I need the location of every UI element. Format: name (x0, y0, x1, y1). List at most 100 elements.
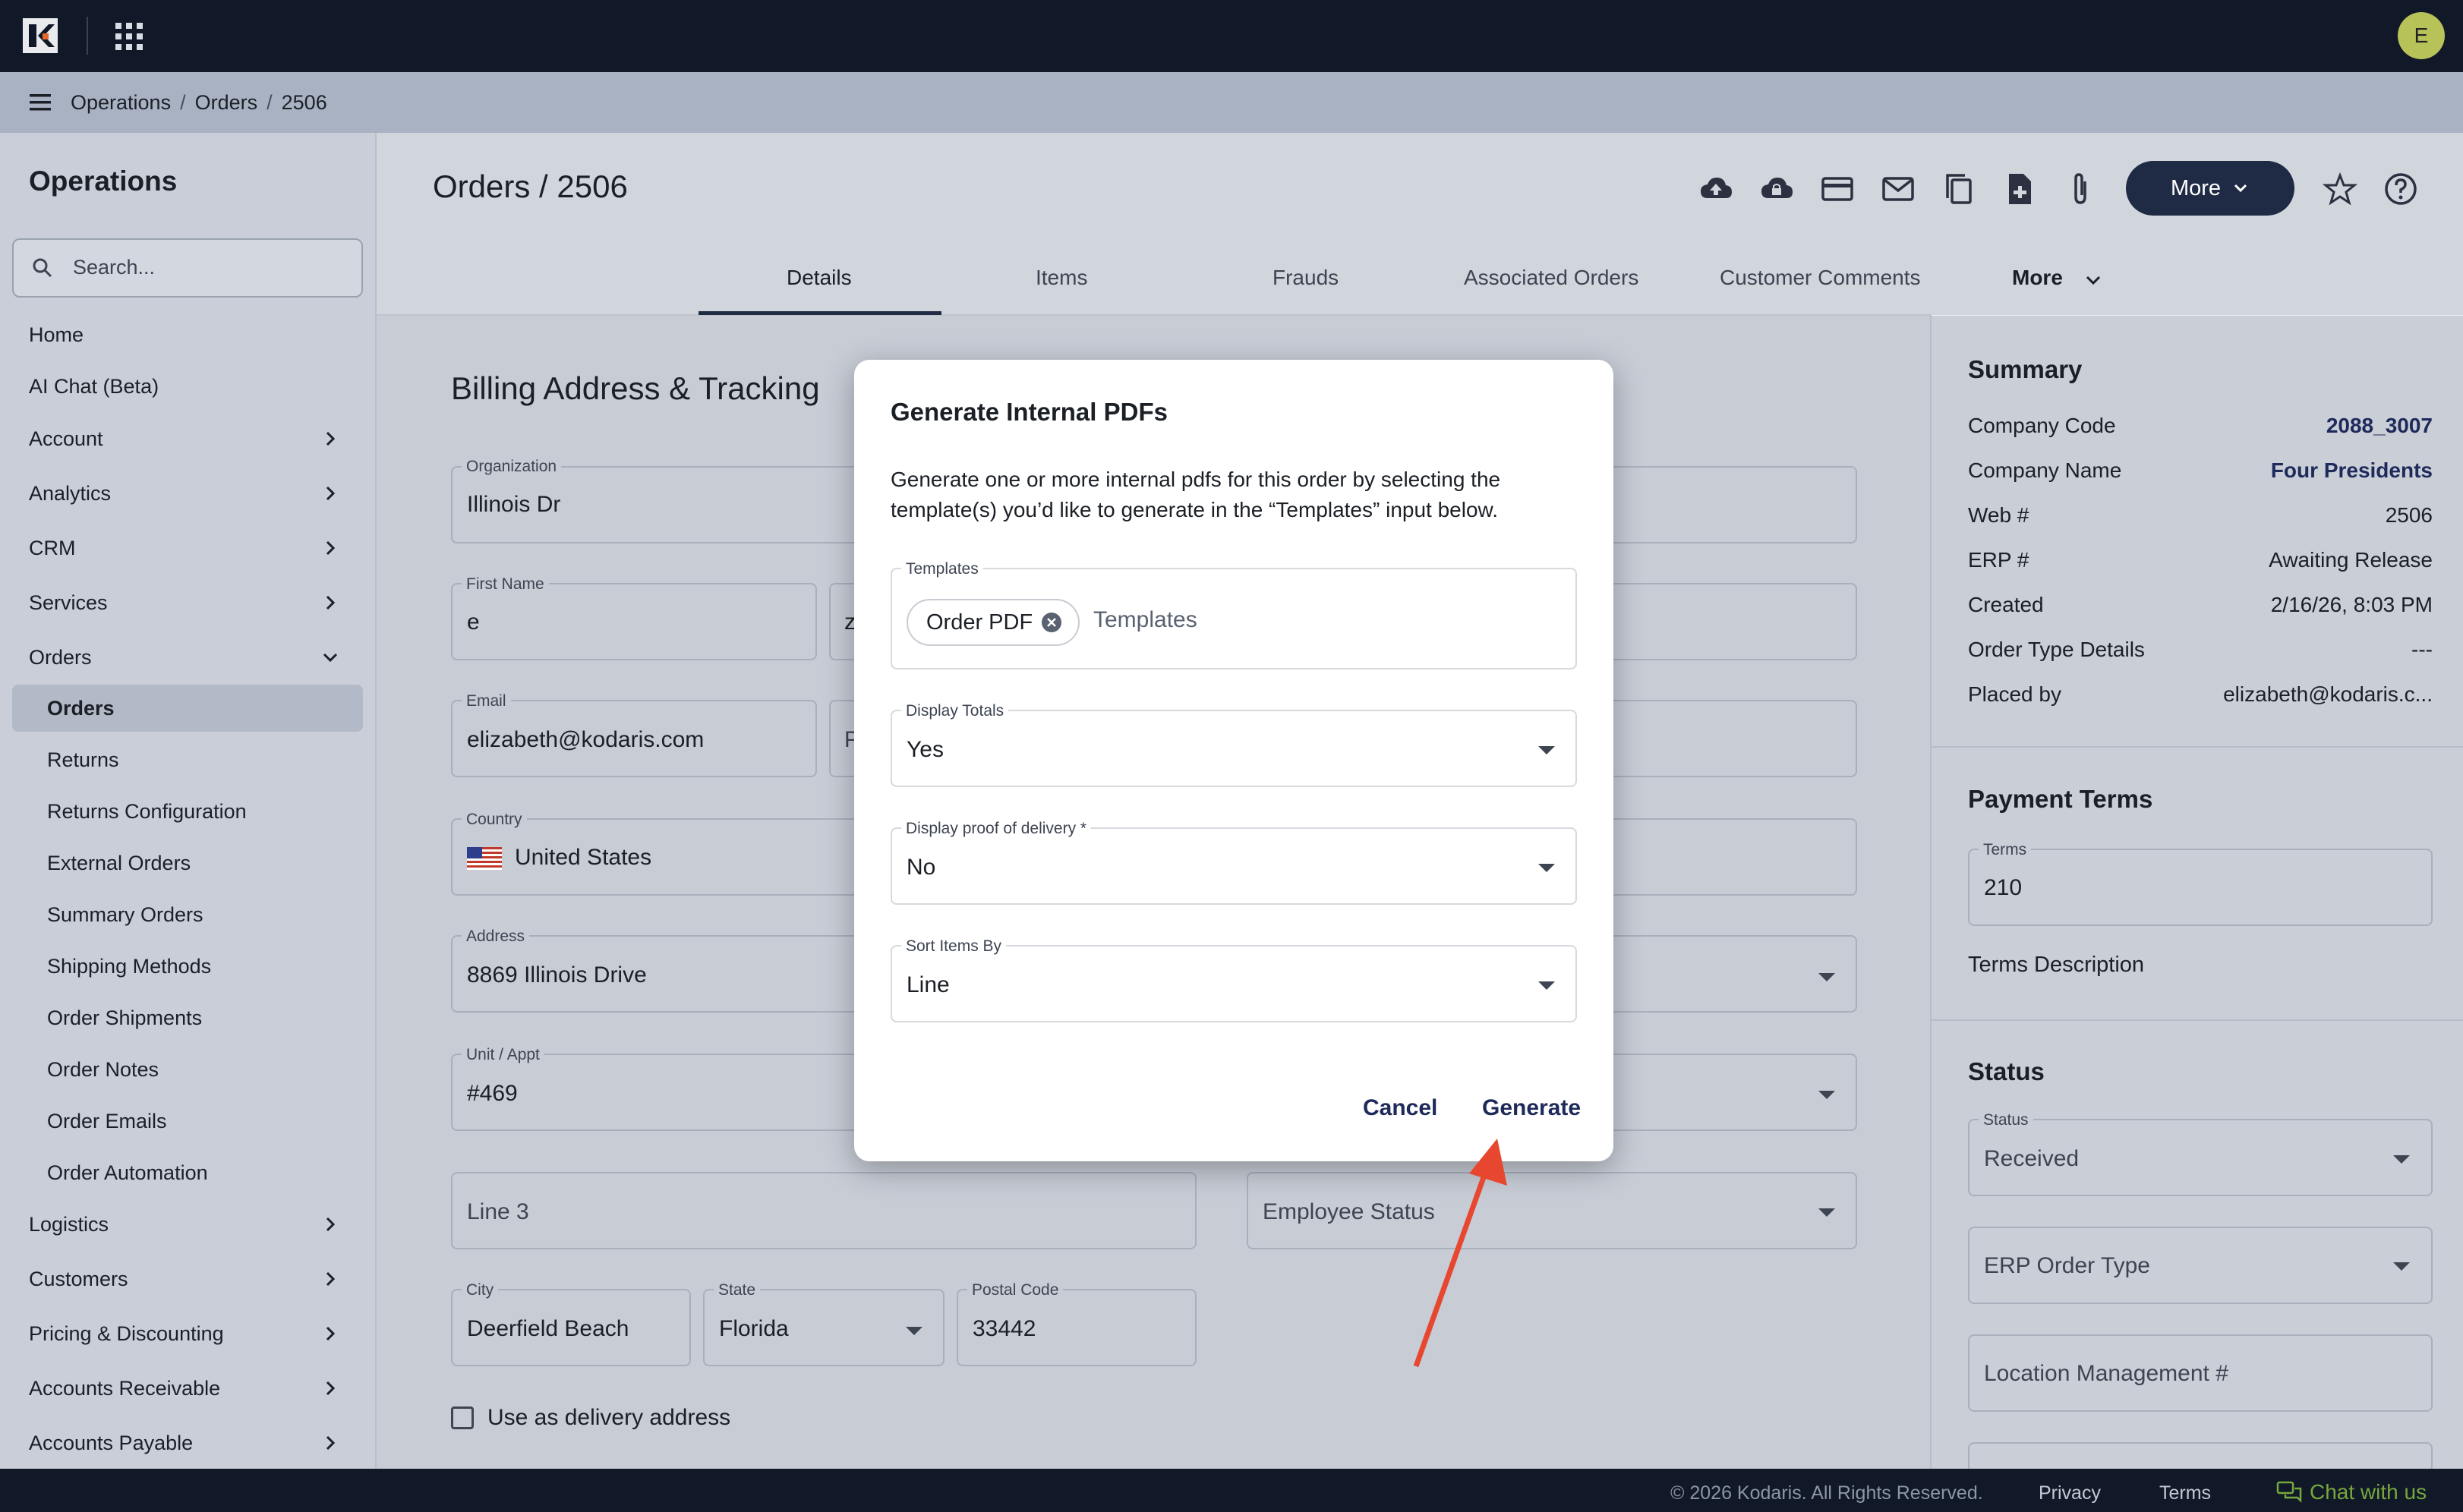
first-name-field[interactable] (451, 583, 817, 660)
summary-value: elizabeth@kodaris.c... (2223, 682, 2433, 706)
dropdown-arrow-icon[interactable] (1538, 981, 1555, 990)
tab-items[interactable]: Items (1036, 266, 1087, 290)
breadcrumb-current: 2506 (281, 90, 327, 114)
terms-field[interactable] (1968, 849, 2433, 926)
star-icon[interactable] (2322, 171, 2358, 207)
chevron-right-icon[interactable] (319, 1377, 342, 1400)
sidebar-item-home[interactable]: Home (29, 323, 84, 347)
unit-label: Unit / Appt (462, 1046, 544, 1064)
copy-icon[interactable] (1941, 171, 1977, 207)
cancel-button[interactable]: Cancel (1363, 1095, 1437, 1121)
sidebar-subitem-order-notes[interactable]: Order Notes (47, 1058, 159, 1082)
terms-link[interactable]: Terms (2159, 1482, 2211, 1504)
sidebar-item-analytics[interactable]: Analytics (29, 482, 111, 506)
sidebar-item-orders[interactable]: Orders (29, 646, 92, 669)
field-right-2[interactable] (1588, 700, 1857, 777)
line3-field[interactable] (451, 1172, 1197, 1249)
user-avatar[interactable]: E (2398, 12, 2445, 59)
email-value: elizabeth@kodaris.com (467, 727, 705, 752)
sidebar-subitem-external-orders[interactable]: External Orders (47, 852, 191, 875)
menu-icon[interactable] (27, 90, 55, 115)
chevron-right-icon[interactable] (319, 1268, 342, 1290)
chevron-right-icon[interactable] (319, 591, 342, 614)
field-right-1[interactable] (1588, 583, 1857, 660)
privacy-link[interactable]: Privacy (2039, 1482, 2101, 1504)
sidebar-item-customers[interactable]: Customers (29, 1268, 128, 1291)
credit-card-icon[interactable] (1819, 171, 1856, 207)
summary-key: Created (1968, 593, 2044, 616)
chevron-right-icon[interactable] (319, 1432, 342, 1454)
chevron-right-icon[interactable] (319, 1322, 342, 1345)
chat-with-us-button[interactable]: Chat with us (2276, 1480, 2427, 1504)
summary-key: Company Name (1968, 458, 2122, 482)
templates-placeholder: Templates (1093, 607, 1197, 632)
delivery-address-checkbox[interactable] (451, 1406, 474, 1429)
tab-frauds[interactable]: Frauds (1272, 266, 1339, 290)
remove-chip-icon[interactable] (1040, 611, 1063, 634)
tab-associated-orders[interactable]: Associated Orders (1464, 266, 1638, 290)
cloud-upload-icon[interactable] (1698, 171, 1734, 207)
sidebar-subitem-order-automation[interactable]: Order Automation (47, 1161, 208, 1185)
sidebar-subitem-order-shipments[interactable]: Order Shipments (47, 1006, 202, 1030)
breadcrumb-separator: / (180, 90, 186, 114)
sidebar-item-accounts-receivable[interactable]: Accounts Receivable (29, 1377, 220, 1400)
breadcrumb-operations[interactable]: Operations (71, 91, 171, 115)
more-actions-button[interactable]: More (2126, 161, 2294, 216)
summary-key: Company Code (1968, 414, 2116, 437)
panel-divider (1930, 746, 2463, 748)
sidebar-item-services[interactable]: Services (29, 591, 108, 615)
add-document-icon[interactable] (2001, 171, 2038, 207)
sidebar-item-crm[interactable]: CRM (29, 537, 76, 560)
chevron-down-icon[interactable] (2083, 270, 2103, 290)
annotation-arrow-icon (1413, 1139, 1507, 1368)
next-field-partial[interactable] (1968, 1442, 2433, 1473)
apps-grid-icon[interactable] (114, 21, 144, 52)
chevron-right-icon[interactable] (319, 1213, 342, 1236)
sidebar-item-account[interactable]: Account (29, 427, 103, 451)
help-icon[interactable] (2383, 171, 2419, 207)
breadcrumb-orders[interactable]: Orders (195, 91, 258, 115)
tab-more[interactable]: More (2012, 266, 2063, 290)
chevron-right-icon[interactable] (319, 537, 342, 559)
kodaris-logo[interactable] (21, 17, 59, 55)
chat-label: Chat with us (2310, 1480, 2427, 1504)
templates-label: Templates (901, 560, 983, 578)
attachment-icon[interactable] (2062, 171, 2099, 207)
company-name-link[interactable]: Four Presidents (2271, 458, 2433, 483)
sidebar-subitem-summary-orders[interactable]: Summary Orders (47, 903, 203, 927)
chevron-right-icon[interactable] (319, 482, 342, 505)
sidebar-item-accounts-payable[interactable]: Accounts Payable (29, 1432, 193, 1455)
sort-items-select[interactable] (891, 945, 1577, 1022)
dropdown-arrow-icon[interactable] (1818, 1208, 1835, 1217)
tab-customer-comments[interactable]: Customer Comments (1720, 266, 1921, 290)
chevron-right-icon[interactable] (319, 427, 342, 450)
summary-value: --- (2411, 638, 2433, 661)
dropdown-arrow-icon[interactable] (2393, 1262, 2410, 1271)
dialog-title: Generate Internal PDFs (891, 398, 1168, 426)
cloud-lock-icon[interactable] (1758, 171, 1795, 207)
display-totals-select[interactable] (891, 710, 1577, 787)
sidebar-subitem-returns[interactable]: Returns (47, 748, 119, 772)
dropdown-arrow-icon[interactable] (1538, 864, 1555, 872)
sidebar-subitem-returns-configuration[interactable]: Returns Configuration (47, 800, 247, 824)
proof-of-delivery-select[interactable] (891, 827, 1577, 905)
terms-value: 210 (1984, 875, 2023, 900)
dropdown-arrow-icon[interactable] (2393, 1155, 2410, 1164)
tab-details[interactable]: Details (787, 266, 852, 290)
dropdown-arrow-icon[interactable] (906, 1327, 922, 1335)
generate-button[interactable]: Generate (1482, 1095, 1581, 1121)
email-icon[interactable] (1880, 171, 1916, 207)
dropdown-arrow-icon[interactable] (1818, 1091, 1835, 1099)
sidebar-subitem-orders[interactable]: Orders (47, 697, 115, 720)
top-bar (0, 0, 2463, 72)
company-code-link[interactable]: 2088_3007 (2326, 414, 2433, 438)
sidebar-search-input[interactable] (12, 238, 363, 298)
chevron-down-icon[interactable] (319, 646, 342, 669)
sidebar-item-logistics[interactable]: Logistics (29, 1213, 109, 1236)
sidebar-subitem-shipping-methods[interactable]: Shipping Methods (47, 955, 211, 978)
dropdown-arrow-icon[interactable] (1818, 973, 1835, 981)
sidebar-item-ai-chat[interactable]: AI Chat (Beta) (29, 375, 159, 398)
sidebar-item-pricing[interactable]: Pricing & Discounting (29, 1322, 224, 1346)
sidebar-subitem-order-emails[interactable]: Order Emails (47, 1110, 167, 1133)
dropdown-arrow-icon[interactable] (1538, 746, 1555, 754)
